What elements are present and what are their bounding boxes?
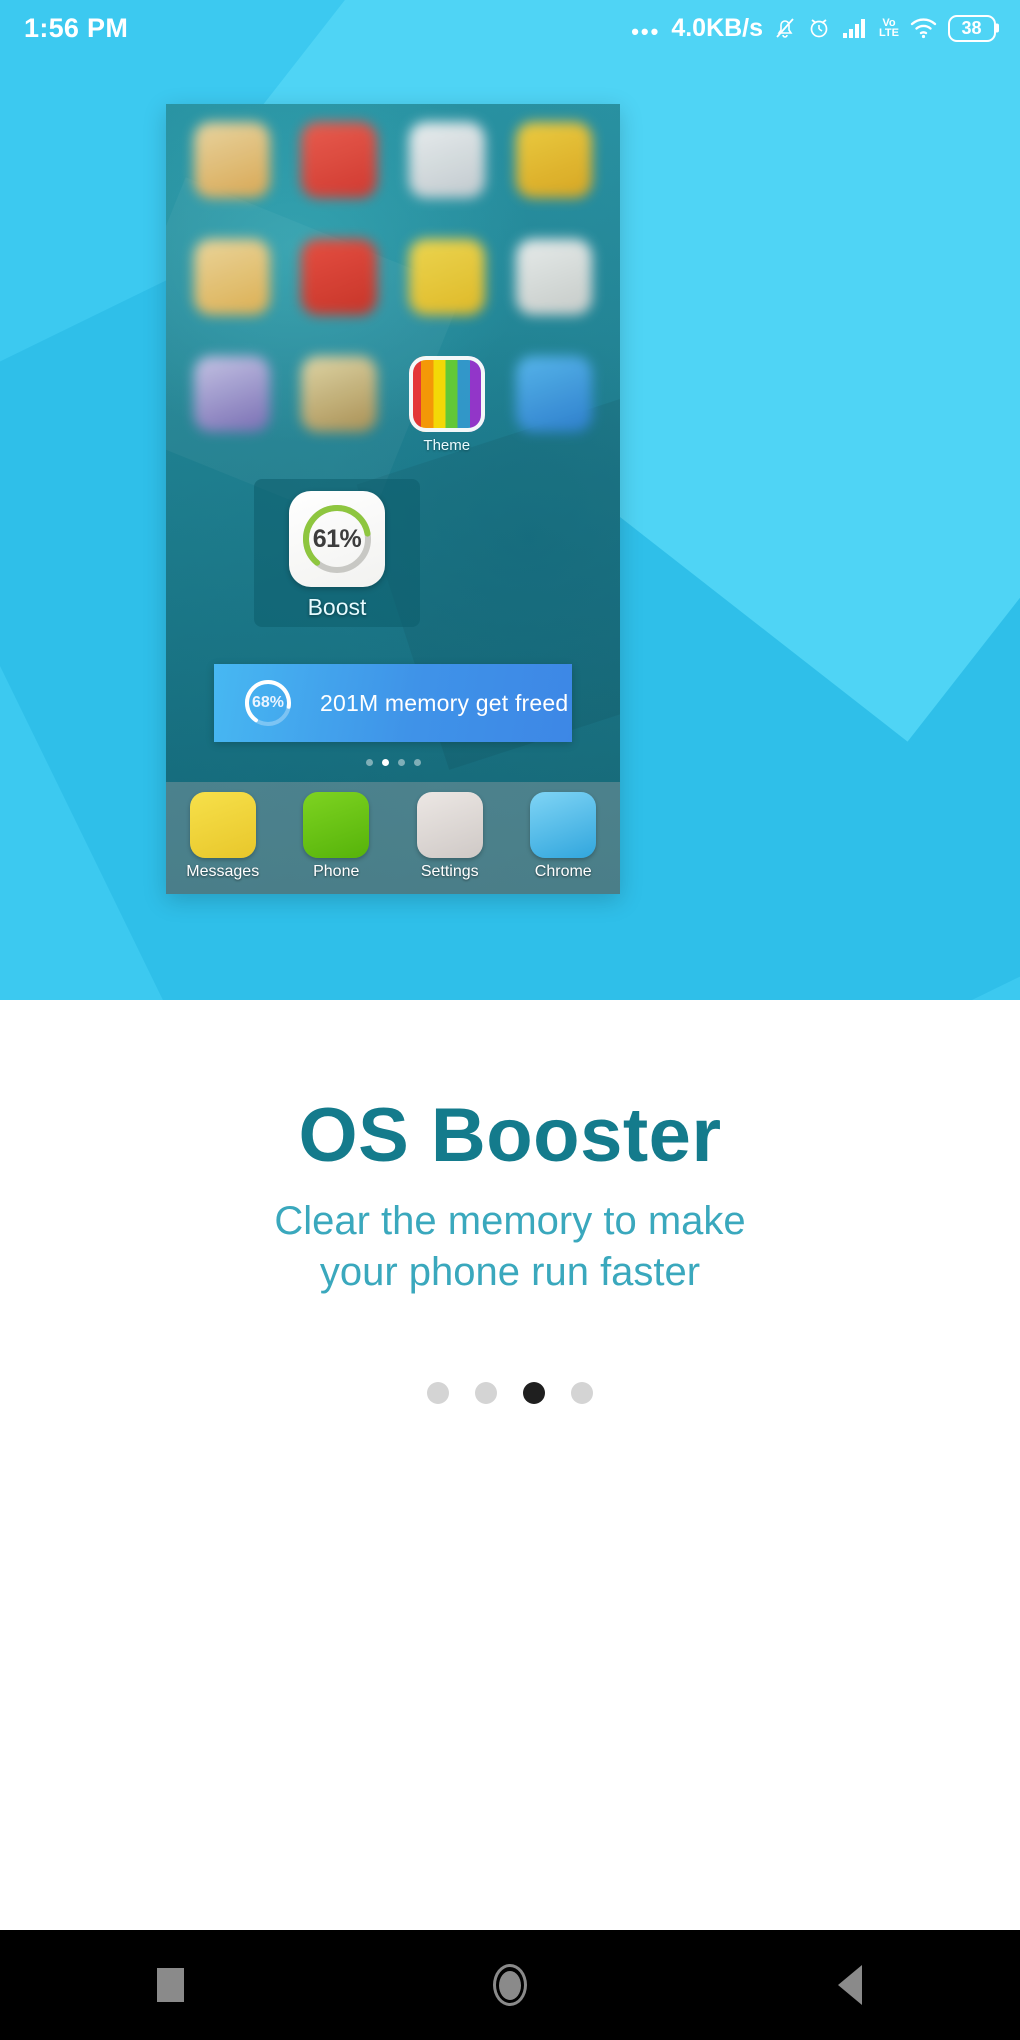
app-icon-label (230, 437, 234, 455)
onboarding-page-dot[interactable] (427, 1382, 449, 1404)
homescreen-page-dots[interactable] (166, 759, 620, 766)
app-icon-cell[interactable] (178, 122, 286, 221)
app-icon-cell[interactable]: Theme (393, 356, 501, 455)
app-icon (301, 239, 378, 315)
app-icon-label (445, 320, 449, 338)
app-icon (408, 356, 485, 432)
back-triangle-icon (838, 1965, 862, 2005)
status-bar-clock: 1:56 PM (24, 12, 129, 43)
app-icon-label (445, 203, 449, 221)
app-icon (408, 239, 485, 315)
app-icon-cell[interactable] (178, 356, 286, 455)
app-icon (301, 122, 378, 198)
phone-preview-mockup: Theme 61% Boost 68% 201M memory get free… (166, 104, 620, 894)
signal-bars-icon (843, 19, 866, 38)
subtitle-line-2: your phone run faster (319, 1250, 701, 1295)
dock-app-label: Settings (420, 863, 479, 880)
onboarding-page-dot[interactable] (523, 1382, 545, 1404)
onboarding-page-dot[interactable] (571, 1382, 593, 1404)
app-icon-label (230, 320, 234, 338)
wifi-icon (910, 18, 937, 39)
app-icon-label: Theme (423, 437, 471, 454)
memory-freed-message: 201M memory get freed (320, 689, 569, 716)
boost-widget[interactable]: 61% Boost (254, 479, 420, 627)
homescreen-page-dot[interactable] (397, 759, 405, 766)
alarm-clock-icon (810, 19, 828, 38)
homescreen-page-dot[interactable] (413, 759, 421, 766)
dock-app-icon (416, 792, 483, 858)
notification-overflow-icon: ••• (631, 19, 661, 44)
app-icon (193, 239, 270, 315)
recents-square-icon (156, 1968, 184, 2002)
memory-freed-banner[interactable]: 68% 201M memory get freed (214, 664, 572, 742)
onboarding-page-dot[interactable] (475, 1382, 497, 1404)
dock-item[interactable]: Settings (406, 792, 494, 881)
app-icon (516, 239, 593, 315)
app-icon-label (552, 437, 556, 455)
network-speed-label: 4.0KB/s (671, 13, 764, 42)
homescreen-page-dot[interactable] (365, 759, 373, 766)
app-icon (193, 356, 270, 432)
app-icon-cell[interactable] (393, 122, 501, 221)
app-icon (408, 122, 485, 198)
home-button[interactable] (450, 1930, 570, 2040)
android-navigation-bar (0, 1930, 1020, 2040)
onboarding-page-dots[interactable] (0, 1382, 1020, 1404)
subtitle-line-1: Clear the memory to make (274, 1199, 746, 1243)
boost-percent-label: 61% (312, 524, 362, 553)
homescreen-page-dot[interactable] (381, 759, 389, 766)
dock-item[interactable]: Messages (179, 792, 267, 881)
hero-section: Theme 61% Boost 68% 201M memory get free… (0, 0, 1020, 1000)
battery-indicator: 38 (948, 14, 996, 42)
app-icon-label (552, 320, 556, 338)
app-icon-cell[interactable] (501, 239, 609, 338)
back-button[interactable] (790, 1930, 910, 2040)
page-title: OS Booster (298, 1093, 722, 1178)
boost-widget-label: Boost (307, 594, 367, 620)
recents-button[interactable] (110, 1930, 230, 2040)
app-icon-grid: Theme (166, 122, 620, 455)
app-icon-cell[interactable] (178, 239, 286, 338)
dock-app-label: Chrome (534, 863, 592, 880)
app-icon-cell[interactable] (286, 356, 394, 455)
boost-icon[interactable]: 61% (289, 491, 385, 587)
app-icon-label (552, 203, 556, 221)
app-icon-cell[interactable] (501, 122, 609, 221)
homescreen-dock: Messages Phone Settings Chrome (166, 782, 620, 894)
app-icon-label (337, 320, 341, 338)
app-icon-cell[interactable] (501, 356, 609, 455)
home-circle-icon (493, 1964, 527, 2006)
app-icon-cell[interactable] (286, 122, 394, 221)
page-subtitle: Clear the memory to make your phone run … (0, 1196, 1020, 1298)
mute-bell-icon (776, 18, 794, 38)
app-icon-label (230, 203, 234, 221)
dock-item[interactable]: Chrome (519, 792, 607, 881)
app-icon-label (337, 203, 341, 221)
app-icon-label (337, 437, 341, 455)
memory-percent-label: 68% (251, 694, 285, 711)
app-icon (516, 122, 593, 198)
dock-app-label: Phone (313, 863, 360, 880)
app-icon (301, 356, 378, 432)
dock-item[interactable]: Phone (292, 792, 380, 881)
status-bar: 1:56 PM ••• 4.0KB/s Vo LTE 38 (0, 0, 1020, 56)
memory-usage-ring: 68% (242, 677, 294, 729)
app-icon-cell[interactable] (393, 239, 501, 338)
dock-app-icon (303, 792, 370, 858)
dock-app-icon (530, 792, 597, 858)
onboarding-panel: OS Booster Clear the memory to make your… (0, 1000, 1020, 1930)
status-bar-icons: ••• 4.0KB/s Vo LTE 38 (631, 14, 996, 43)
dock-app-label: Messages (186, 863, 260, 880)
volte-icon: Vo LTE (879, 17, 899, 39)
app-icon-cell[interactable] (286, 239, 394, 338)
dock-app-icon (189, 792, 256, 858)
app-icon (516, 356, 593, 432)
app-icon (193, 122, 270, 198)
